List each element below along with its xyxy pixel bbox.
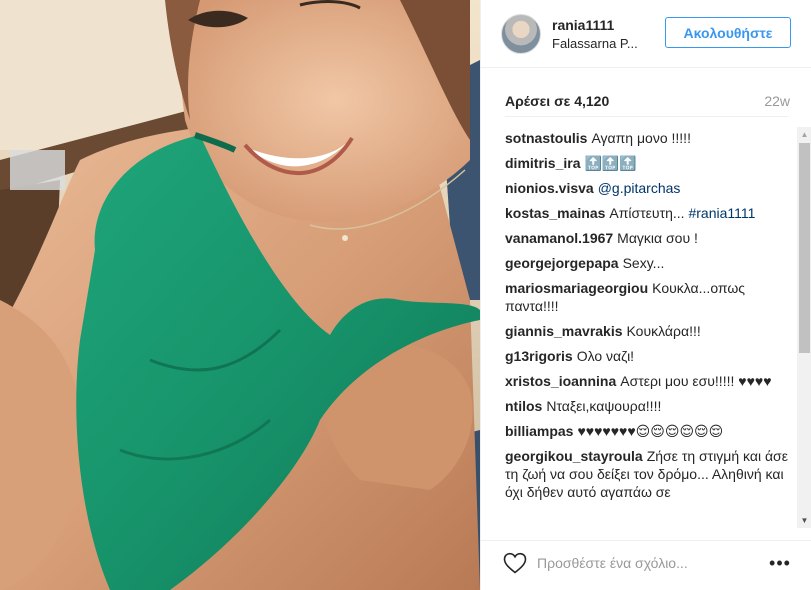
comment-username-link[interactable]: georgikou_stayroula <box>505 448 643 464</box>
comment-tag-link[interactable]: #rania1111 <box>688 205 755 221</box>
comment-item: g13rigoris Ολο ναζι! <box>505 347 795 365</box>
comments-scrollbar[interactable]: ▲ ▼ <box>797 127 811 528</box>
comment-text: ♥♥♥♥♥♥♥😌😌😌😌😌😌 <box>577 423 724 439</box>
comment-item: giannis_mavrakis Κουκλάρα!!! <box>505 322 795 340</box>
comment-item: nionios.visva @g.pitarchas <box>505 179 795 197</box>
photo-image <box>0 0 480 590</box>
comment-username-link[interactable]: billiampas <box>505 423 573 439</box>
comment-text: Ολο ναζι! <box>576 348 635 364</box>
likes-count[interactable]: Αρέσει σε 4,120 <box>505 93 609 109</box>
comment-text: Κουκλάρα!!! <box>626 323 701 339</box>
comment-username-link[interactable]: sotnastoulis <box>505 130 587 146</box>
scroll-thumb[interactable] <box>799 143 810 353</box>
comment-item: kostas_mainas Απίστευτη... #rania1111 <box>505 204 795 222</box>
comment-item: billiampas ♥♥♥♥♥♥♥😌😌😌😌😌😌 <box>505 422 795 440</box>
comment-text: Νταξει,καψουρα!!!! <box>546 398 662 414</box>
comment-username-link[interactable]: giannis_mavrakis <box>505 323 623 339</box>
more-options-icon[interactable]: ••• <box>766 552 794 574</box>
post-header: rania1111 Falassarna P... Ακολουθήστε <box>481 0 811 68</box>
comment-item: vanamanol.1967 Μαγκια σου ! <box>505 229 795 247</box>
scroll-down-arrow-icon[interactable]: ▼ <box>797 513 811 528</box>
comment-tag-link[interactable]: @g.pitarchas <box>598 180 681 196</box>
comment-text: 🔝🔝🔝 <box>584 155 637 171</box>
comment-username-link[interactable]: ntilos <box>505 398 542 414</box>
scroll-up-arrow-icon[interactable]: ▲ <box>797 127 811 142</box>
comment-username-link[interactable]: vanamanol.1967 <box>505 230 613 246</box>
post-side-panel: rania1111 Falassarna P... Ακολουθήστε Αρ… <box>480 0 811 590</box>
post-time[interactable]: 22w <box>764 93 790 109</box>
comment-username-link[interactable]: dimitris_ira <box>505 155 580 171</box>
comment-item: ntilos Νταξει,καψουρα!!!! <box>505 397 795 415</box>
comment-text: Αστερι μου εσυ!!!!! ♥♥♥♥ <box>620 373 772 389</box>
comment-input[interactable] <box>537 550 757 576</box>
location-link[interactable]: Falassarna P... <box>552 36 638 51</box>
comment-item: sotnastoulis Αγαπη μονο !!!!! <box>505 129 795 147</box>
comment-username-link[interactable]: mariosmariageorgiou <box>505 280 648 296</box>
comment-username-link[interactable]: nionios.visva <box>505 180 594 196</box>
comment-username-link[interactable]: kostas_mainas <box>505 205 605 221</box>
comment-username-link[interactable]: g13rigoris <box>505 348 573 364</box>
comment-text: Απίστευτη... <box>609 205 689 221</box>
post-photo[interactable] <box>0 0 480 590</box>
comment-text: Αγαπη μονο !!!!! <box>591 130 691 146</box>
comment-username-link[interactable]: xristos_ioannina <box>505 373 616 389</box>
comment-text: Sexy... <box>622 255 665 271</box>
comment-item: georgikou_stayroula Ζήσε τη στιγμή και άσ… <box>505 447 795 501</box>
avatar[interactable] <box>501 14 541 54</box>
comment-item: xristos_ioannina Αστερι μου εσυ!!!!! ♥♥♥♥ <box>505 372 795 390</box>
heart-outline-icon[interactable] <box>503 552 527 574</box>
follow-button[interactable]: Ακολουθήστε <box>665 17 791 48</box>
comment-item: mariosmariageorgiou Κουκλα...οπως παντα!!… <box>505 279 795 315</box>
divider <box>505 116 788 117</box>
username-link[interactable]: rania1111 <box>552 17 614 33</box>
comment-username-link[interactable]: georgejorgepapa <box>505 255 619 271</box>
comments-list[interactable]: sotnastoulis Αγαπη μονο !!!!! dimitris_ira… <box>505 129 795 528</box>
comment-item: dimitris_ira 🔝🔝🔝 <box>505 154 795 172</box>
comment-bar: ••• <box>481 540 811 590</box>
likes-row: Αρέσει σε 4,120 22w <box>481 68 811 116</box>
comment-text: Μαγκια σου ! <box>617 230 698 246</box>
comment-item: georgejorgepapa Sexy... <box>505 254 795 272</box>
